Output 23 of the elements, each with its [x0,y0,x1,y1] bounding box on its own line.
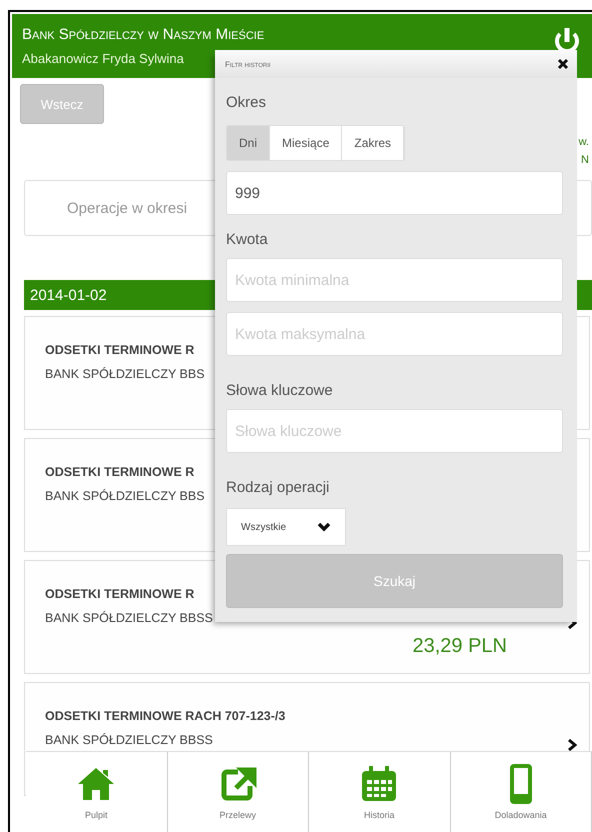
operation-amount: 23,29 PLN [411,635,508,658]
operation-subtitle: BANK SPÓŁDZIELCZY BBSS [45,733,213,747]
field-label: Rodzaj operacji [226,479,330,496]
user-name: Abakanowicz Fryda Sylwina [22,51,184,66]
dialog-title: Filtr historii [225,60,271,68]
input-field[interactable]: 999 [226,171,563,215]
field-label: Słowa kluczowe [226,382,334,399]
side-text: N [581,154,589,166]
operation-title: ODSETKI TERMINOWE R [45,465,194,479]
operation-title: ODSETKI TERMINOWE R [45,587,194,601]
bank-name: Bank Spółdzielczy w Naszym Mieście [22,26,264,43]
operation-title: ODSETKI TERMINOWE RACH 707-123-/3 [45,709,286,723]
operation-subtitle: BANK SPÓŁDZIELCZY BBSS [45,611,213,625]
side-text: w. [578,136,589,148]
field-label: Kwota [226,231,269,248]
operation-subtitle: BANK SPÓŁDZIELCZY BBS [45,489,205,503]
type-dropdown[interactable]: Wszystkie [226,508,346,546]
operation-title: ODSETKI TERMINOWE R [45,343,194,357]
field-label: Okres [226,94,268,111]
chevron-down-icon [317,522,331,532]
operation-subtitle: BANK SPÓŁDZIELCZY BBS [45,367,205,381]
close-icon[interactable] [557,58,569,70]
period-tab[interactable]: Dni [227,126,270,160]
